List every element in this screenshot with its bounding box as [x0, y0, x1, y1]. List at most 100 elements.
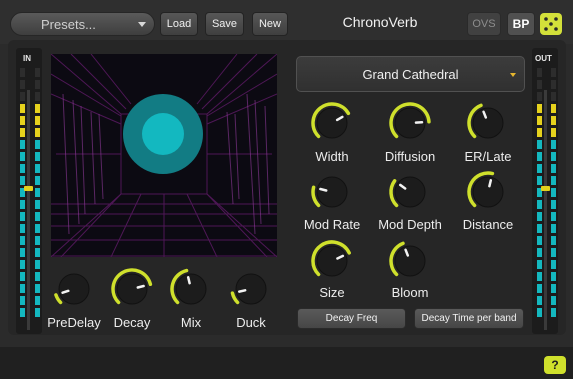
oversampling-button[interactable]: OVS [467, 12, 501, 36]
meter-segment [20, 212, 25, 221]
diffusion-knob[interactable] [388, 101, 432, 145]
mod-depth-knob[interactable] [388, 170, 432, 214]
meter-segment [551, 260, 556, 269]
meter-segment [35, 212, 40, 221]
meter-segment [537, 236, 542, 245]
meter-segment [35, 308, 40, 317]
knob-dial-icon [311, 102, 351, 139]
bypass-button[interactable]: BP [507, 12, 535, 36]
decay-freq-button[interactable]: Decay Freq [297, 308, 406, 329]
size-knob[interactable] [310, 239, 354, 283]
meter-segment [35, 68, 40, 77]
duck-knob[interactable] [229, 267, 273, 311]
decay-time-per-band-button[interactable]: Decay Time per band [414, 308, 524, 329]
meter-segment [551, 284, 556, 293]
save-button[interactable]: Save [205, 12, 244, 36]
meter-segment [20, 176, 25, 185]
knob-dial-icon [170, 268, 207, 305]
meter-segment [537, 128, 542, 137]
output-gain-slider-track[interactable] [544, 90, 547, 330]
knob-dial-icon [111, 268, 153, 305]
reverb-space-visualizer[interactable] [51, 54, 277, 257]
algorithm-preset-value: Grand Cathedral [362, 67, 459, 82]
meter-segment [537, 272, 542, 281]
meter-segment [537, 212, 542, 221]
dice-randomize-button[interactable] [540, 13, 562, 35]
mod-depth-label: Mod Depth [378, 217, 442, 232]
meter-segment [551, 152, 556, 161]
mix-knob[interactable] [169, 267, 213, 311]
chevron-down-icon [510, 73, 516, 77]
bloom-knob[interactable] [388, 239, 432, 283]
sound-source-inner[interactable] [142, 113, 184, 155]
distance-knob[interactable] [466, 170, 510, 214]
meter-segment [20, 260, 25, 269]
meter-segment [537, 68, 542, 77]
meter-segment [551, 296, 556, 305]
meter-segment [551, 248, 556, 257]
plugin-title: ChronoVerb [342, 14, 418, 30]
meter-segment [35, 92, 40, 101]
meter-segment [20, 140, 25, 149]
meter-segment [551, 188, 556, 197]
meter-segment [551, 80, 556, 89]
knob-dial-icon [467, 171, 504, 208]
knob-dial-icon [389, 176, 426, 208]
meter-segment [20, 296, 25, 305]
meter-segment [35, 128, 40, 137]
output-meter-left-channel [537, 68, 542, 330]
meter-segment [20, 224, 25, 233]
top-toolbar: Presets... Load Save New ChronoVerb OVS … [0, 0, 573, 44]
meter-segment [35, 296, 40, 305]
meter-segment [20, 68, 25, 77]
er-late-label: ER/Late [464, 149, 512, 164]
output-gain-slider-handle[interactable] [541, 186, 550, 191]
meter-segment [35, 200, 40, 209]
meter-segment [537, 260, 542, 269]
duck-label: Duck [236, 315, 266, 330]
input-gain-slider-handle[interactable] [24, 186, 33, 191]
meter-segment [20, 272, 25, 281]
meter-segment [35, 140, 40, 149]
meter-segment [551, 140, 556, 149]
bottom-bar [0, 347, 573, 379]
algorithm-preset-select[interactable]: Grand Cathedral [296, 56, 525, 92]
meter-segment [35, 260, 40, 269]
knob-dial-icon [467, 103, 504, 139]
meter-segment [35, 164, 40, 173]
meter-segment [20, 308, 25, 317]
mod-rate-label: Mod Rate [303, 217, 361, 232]
input-gain-slider-track[interactable] [27, 90, 30, 330]
load-button[interactable]: Load [160, 12, 198, 36]
meter-segment [537, 296, 542, 305]
output-meter-label: OUT [535, 54, 552, 63]
mod-rate-knob[interactable] [310, 170, 354, 214]
meter-segment [35, 116, 40, 125]
dice-icon [544, 17, 558, 31]
knob-dial-icon [389, 102, 431, 139]
meter-segment [20, 236, 25, 245]
predelay-knob[interactable] [52, 267, 96, 311]
knob-dial-icon [311, 240, 351, 277]
new-button[interactable]: New [252, 12, 288, 36]
presets-dropdown[interactable]: Presets... [10, 12, 155, 36]
meter-segment [537, 116, 542, 125]
meter-segment [551, 176, 556, 185]
decay-knob[interactable] [110, 267, 154, 311]
meter-segment [20, 104, 25, 113]
width-label: Width [315, 149, 349, 164]
meter-segment [537, 140, 542, 149]
meter-segment [20, 128, 25, 137]
meter-segment [35, 236, 40, 245]
meter-segment [537, 104, 542, 113]
width-knob[interactable] [310, 101, 354, 145]
meter-segment [20, 152, 25, 161]
help-button[interactable]: ? [544, 356, 566, 374]
meter-segment [551, 128, 556, 137]
er-late-knob[interactable] [466, 101, 510, 145]
mix-label: Mix [180, 315, 202, 330]
diffusion-label: Diffusion [384, 149, 436, 164]
meter-segment [20, 248, 25, 257]
meter-segment [551, 272, 556, 281]
meter-segment [551, 104, 556, 113]
